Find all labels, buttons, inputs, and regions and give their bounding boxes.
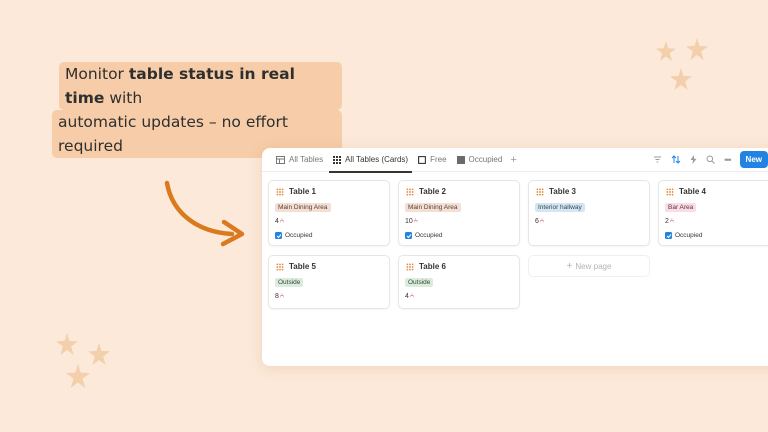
grid-icon [406, 262, 414, 271]
chair-icon: ⑃ [669, 218, 675, 225]
checkbox-filled-icon [456, 155, 465, 164]
grid-icon [536, 187, 544, 196]
tab-label: Occupied [468, 155, 503, 164]
star-icon [88, 343, 110, 365]
check-icon [275, 232, 282, 239]
card-table-4[interactable]: Table 4 Bar Area 2 ⑃ Occupied [658, 180, 768, 246]
grid-icon [406, 187, 414, 196]
database-panel: All Tables All Tables (Cards) Free Occup… [262, 148, 768, 366]
headline-line-1: Monitor table status in real time with [59, 62, 342, 110]
card-table-2[interactable]: Table 2 Main Dining Area 10 ⑃ Occupied [398, 180, 520, 246]
tab-all-tables[interactable]: All Tables [272, 148, 327, 172]
checkbox-empty-icon [418, 155, 427, 164]
chair-icon: ⑃ [409, 293, 415, 300]
area-tag: Outside [405, 278, 434, 287]
seats-count: 6 ⑃ [535, 218, 545, 225]
tab-label: All Tables [289, 155, 324, 164]
star-icon [670, 68, 692, 90]
tab-label: Free [430, 155, 447, 164]
toolbar: ••• New [653, 151, 768, 168]
occupied-checkbox[interactable]: Occupied [665, 232, 702, 239]
grid-icon [666, 187, 674, 196]
seats-count: 4 ⑃ [405, 293, 415, 300]
area-tag: Main Dining Area [275, 203, 331, 212]
arrow-icon [164, 180, 245, 247]
plus-icon: + [566, 260, 573, 272]
card-title: Table 3 [549, 187, 576, 196]
add-view-icon[interactable]: + [510, 154, 516, 166]
check-icon [405, 232, 412, 239]
seats-count: 2 ⑃ [665, 218, 675, 225]
headline: Monitor table status in real time with a… [52, 62, 342, 158]
tab-all-tables-cards[interactable]: All Tables (Cards) [329, 148, 413, 173]
seats-count: 4 ⑃ [275, 218, 285, 225]
card-title: Table 5 [289, 262, 316, 271]
check-icon [665, 232, 672, 239]
star-icon [66, 364, 90, 388]
card-title: Table 4 [679, 187, 706, 196]
chair-icon: ⑃ [279, 218, 285, 225]
area-tag: Outside [275, 278, 304, 287]
area-tag: Bar Area [665, 203, 697, 212]
tab-occupied[interactable]: Occupied [453, 148, 507, 172]
chair-icon: ⑃ [413, 218, 418, 225]
card-table-6[interactable]: Table 6 Outside 4 ⑃ [398, 255, 520, 309]
card-table-5[interactable]: Table 5 Outside 8 ⑃ [268, 255, 390, 309]
chair-icon: ⑃ [279, 293, 285, 300]
tab-label: All Tables (Cards) [345, 155, 409, 164]
occupied-checkbox[interactable]: Occupied [275, 232, 312, 239]
seats-count: 10 ⑃ [405, 218, 418, 225]
card-title: Table 2 [419, 187, 446, 196]
occupied-checkbox[interactable]: Occupied [405, 232, 442, 239]
grid-icon [333, 155, 342, 164]
grid-icon [276, 187, 284, 196]
card-table-3[interactable]: Table 3 Interior hallway 6 ⑃ [528, 180, 650, 246]
new-page-button[interactable]: + New page [528, 255, 650, 277]
chair-icon: ⑃ [539, 218, 545, 225]
seats-count: 8 ⑃ [275, 293, 285, 300]
tab-free[interactable]: Free [414, 148, 450, 172]
table-icon [276, 155, 285, 164]
card-table-1[interactable]: Table 1 Main Dining Area 4 ⑃ Occupied [268, 180, 390, 246]
star-icon [56, 333, 78, 355]
lightning-icon[interactable] [690, 155, 697, 164]
more-options-icon[interactable]: ••• [724, 155, 732, 165]
area-tag: Interior hallway [535, 203, 585, 212]
sort-icon[interactable] [671, 155, 681, 164]
star-icon [686, 38, 708, 60]
search-icon[interactable] [706, 155, 715, 164]
grid-icon [276, 262, 284, 271]
area-tag: Main Dining Area [405, 203, 461, 212]
card-title: Table 6 [419, 262, 446, 271]
star-icon [656, 41, 676, 61]
new-button[interactable]: New [739, 151, 768, 168]
card-title: Table 1 [289, 187, 316, 196]
filter-icon[interactable] [653, 155, 662, 164]
